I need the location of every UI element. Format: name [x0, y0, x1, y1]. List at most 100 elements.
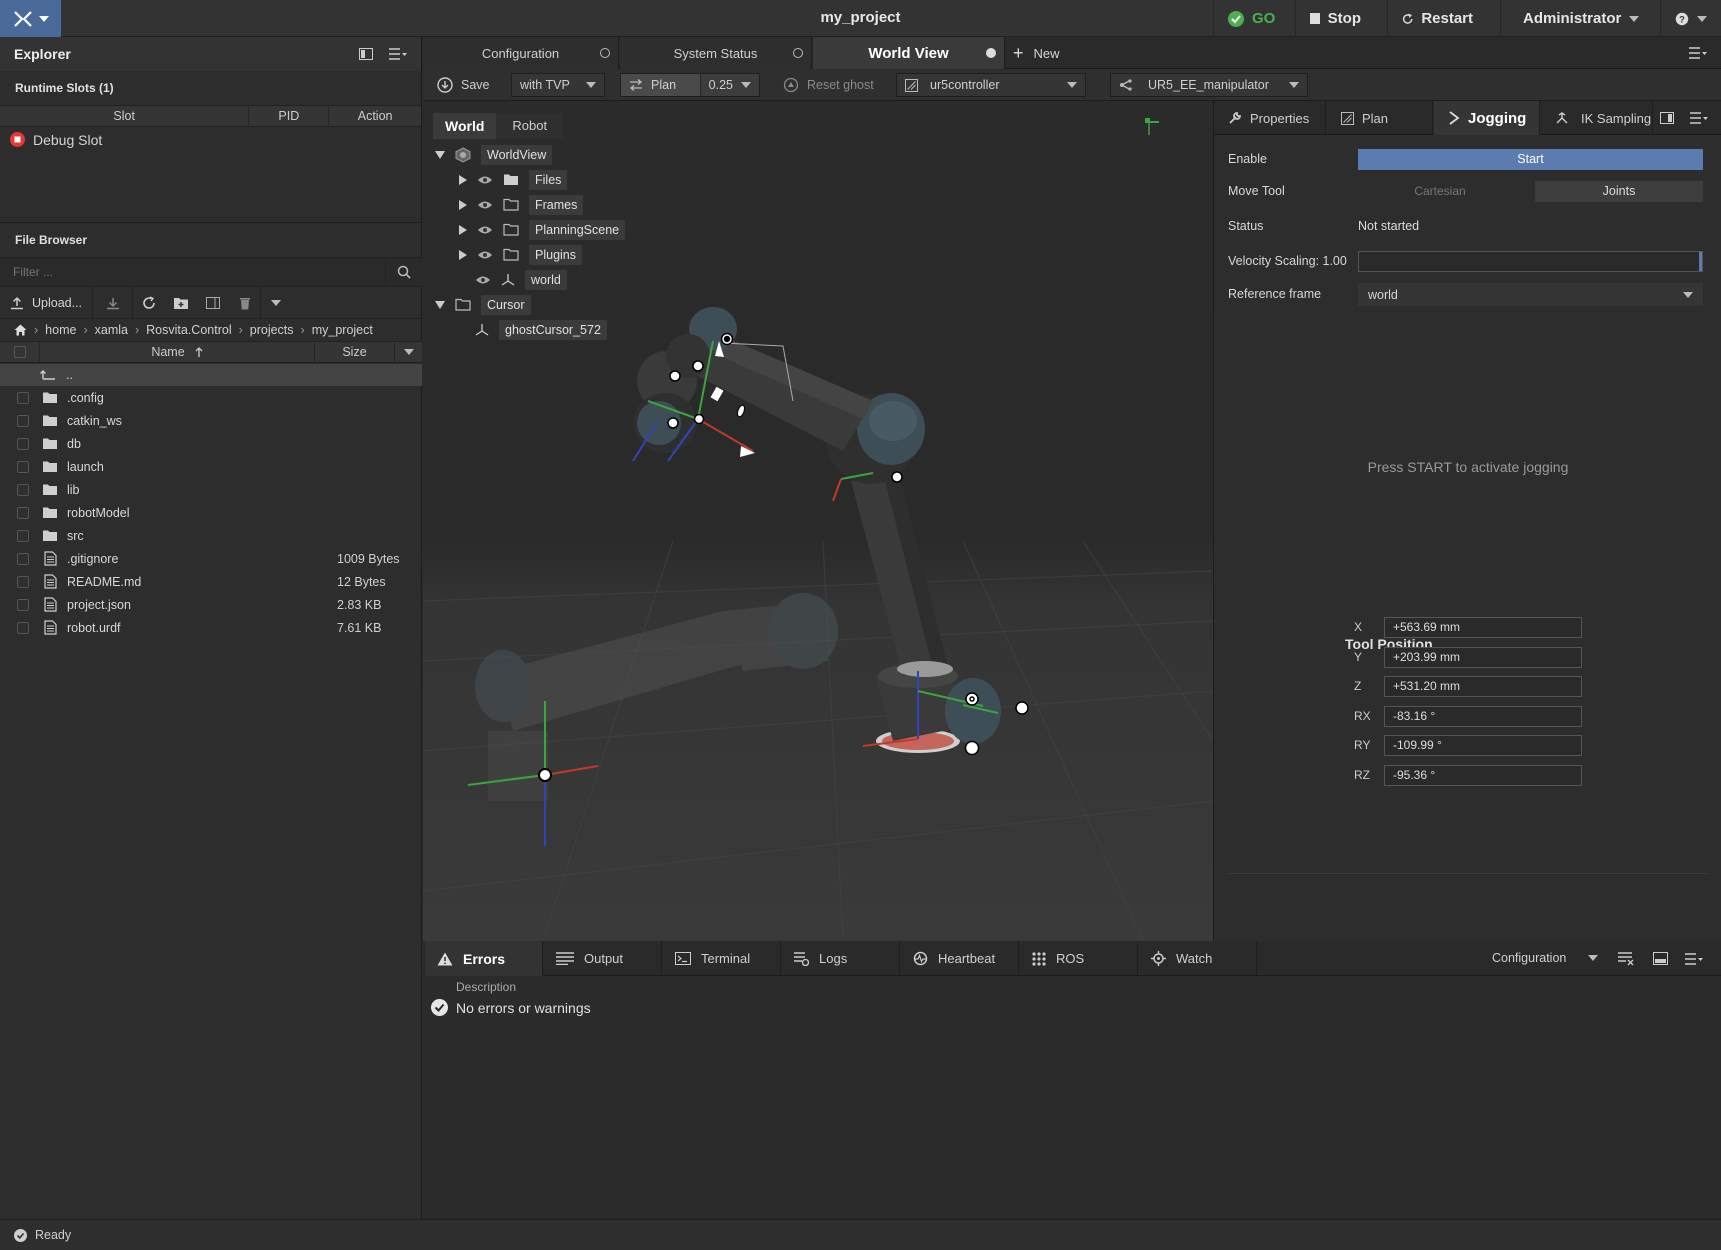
file-row[interactable]: src: [0, 524, 422, 547]
tree-node-cursor[interactable]: Cursor: [435, 292, 625, 317]
app-menu-button[interactable]: [0, 0, 61, 37]
eye-icon[interactable]: [477, 175, 493, 185]
position-value-field[interactable]: -109.99 °: [1384, 735, 1582, 756]
velocity-slider-handle[interactable]: [1359, 252, 1702, 271]
breadcrumb-item[interactable]: home: [45, 323, 76, 337]
clear-output-icon[interactable]: [1618, 952, 1634, 966]
slot-column-header[interactable]: Slot: [0, 106, 250, 126]
dock-panel-icon[interactable]: [1653, 952, 1668, 965]
tab-properties[interactable]: Properties: [1214, 101, 1326, 135]
tab-system-status[interactable]: System Status: [620, 37, 812, 69]
name-column-header[interactable]: Name: [40, 342, 315, 362]
tree-node-worldview[interactable]: WorldView: [435, 142, 625, 167]
breadcrumb-item[interactable]: my_project: [312, 323, 373, 337]
tab-watch[interactable]: Watch: [1139, 941, 1257, 976]
tree-node-child[interactable]: Files: [435, 167, 625, 192]
file-row[interactable]: project.json 2.83 KB: [0, 593, 422, 616]
file-row[interactable]: README.md 12 Bytes: [0, 570, 422, 593]
tvp-select[interactable]: with TVP: [511, 73, 605, 97]
eye-icon[interactable]: [477, 225, 493, 235]
file-row[interactable]: .gitignore 1009 Bytes: [0, 547, 422, 570]
rename-button[interactable]: [197, 287, 229, 318]
joints-button[interactable]: Joints: [1535, 181, 1703, 202]
expanded-arrow-icon[interactable]: [435, 300, 445, 309]
restart-button[interactable]: Restart: [1387, 0, 1487, 37]
collapsed-arrow-icon[interactable]: [459, 174, 467, 185]
new-tab-button[interactable]: + New: [1013, 37, 1060, 69]
file-row[interactable]: .config: [0, 386, 422, 409]
file-row[interactable]: lib: [0, 478, 422, 501]
controller-select[interactable]: ur5controller: [896, 73, 1086, 97]
panel-menu-icon[interactable]: [1690, 112, 1708, 124]
breadcrumb-item[interactable]: projects: [250, 323, 294, 337]
refresh-button[interactable]: [133, 287, 165, 318]
help-menu[interactable]: ?: [1660, 0, 1721, 37]
tab-world[interactable]: World: [433, 113, 497, 139]
delete-button[interactable]: [229, 287, 262, 318]
tab-heartbeat[interactable]: Heartbeat: [901, 941, 1019, 976]
tree-node-child[interactable]: PlanningScene: [435, 217, 626, 242]
tree-node-ghost-cursor[interactable]: ghostCursor_572: [435, 317, 625, 342]
save-button[interactable]: Save: [437, 73, 490, 97]
file-filter-input[interactable]: [0, 258, 386, 286]
breadcrumb-item[interactable]: Rosvita.Control: [146, 323, 231, 337]
collapse-panel-icon[interactable]: [1660, 112, 1674, 124]
upload-button[interactable]: Upload...: [0, 287, 94, 318]
plan-button[interactable]: Plan: [621, 74, 701, 96]
reset-ghost-button[interactable]: Reset ghost: [783, 73, 874, 97]
configuration-select[interactable]: Configuration: [1492, 947, 1598, 969]
velocity-scaling-slider[interactable]: [1358, 251, 1703, 272]
breadcrumb-item[interactable]: xamla: [95, 323, 128, 337]
size-column-header[interactable]: Size: [315, 342, 395, 362]
stop-button[interactable]: Stop: [1295, 0, 1375, 37]
file-row[interactable]: robotModel: [0, 501, 422, 524]
home-icon[interactable]: [14, 324, 27, 336]
row-checkbox[interactable]: [17, 391, 29, 404]
position-value-field[interactable]: +203.99 mm: [1384, 646, 1582, 668]
eye-icon[interactable]: [477, 250, 493, 260]
panel-menu-icon[interactable]: [1685, 953, 1703, 965]
position-value-field[interactable]: -95.36 °: [1384, 764, 1582, 786]
row-checkbox[interactable]: [17, 552, 29, 565]
file-row[interactable]: robot.urdf 7.61 KB: [0, 616, 422, 639]
collapsed-arrow-icon[interactable]: [459, 199, 467, 210]
collapsed-arrow-icon[interactable]: [459, 249, 467, 260]
tab-logs[interactable]: Logs: [782, 941, 900, 976]
tab-errors[interactable]: Errors: [425, 941, 543, 976]
expanded-arrow-icon[interactable]: [435, 150, 445, 159]
tab-jogging[interactable]: Jogging: [1434, 101, 1540, 135]
position-value-field[interactable]: +531.20 mm: [1384, 676, 1582, 697]
tree-node-world[interactable]: world: [435, 267, 625, 292]
file-row[interactable]: launch: [0, 455, 422, 478]
panel-menu-icon[interactable]: [389, 48, 407, 60]
row-checkbox[interactable]: [17, 483, 29, 496]
start-jogging-button[interactable]: Start: [1358, 149, 1703, 170]
file-row[interactable]: db: [0, 432, 422, 455]
user-menu[interactable]: Administrator: [1500, 0, 1650, 37]
world-viewport[interactable]: World Robot WorldView Files Frames Plannin…: [423, 101, 1213, 941]
row-checkbox[interactable]: [17, 598, 29, 611]
manipulator-select[interactable]: UR5_EE_manipulator: [1110, 73, 1308, 97]
row-checkbox[interactable]: [17, 437, 29, 450]
row-checkbox[interactable]: [17, 414, 29, 427]
column-menu-button[interactable]: [395, 342, 422, 362]
row-checkbox[interactable]: [17, 529, 29, 542]
row-checkbox[interactable]: [17, 506, 29, 519]
eye-icon[interactable]: [475, 275, 491, 285]
stop-slot-icon[interactable]: [10, 132, 25, 147]
go-button[interactable]: GO: [1213, 0, 1291, 37]
tree-node-child[interactable]: Plugins: [435, 242, 625, 267]
new-folder-button[interactable]: [165, 287, 197, 318]
file-row[interactable]: catkin_ws: [0, 409, 422, 432]
position-value-field[interactable]: -83.16 °: [1384, 705, 1582, 727]
eye-icon[interactable]: [477, 200, 493, 210]
pid-column-header[interactable]: PID: [249, 106, 330, 126]
plan-speed-select[interactable]: 0.25: [700, 74, 759, 96]
parent-dir-row[interactable]: ..: [0, 364, 422, 386]
position-value-field[interactable]: +563.69 mm: [1384, 617, 1582, 638]
download-button[interactable]: [93, 287, 134, 318]
tab-terminal[interactable]: Terminal: [663, 941, 781, 976]
row-checkbox[interactable]: [17, 621, 29, 634]
cartesian-button[interactable]: Cartesian: [1358, 181, 1522, 202]
runtime-slot-row[interactable]: Debug Slot: [0, 127, 421, 152]
